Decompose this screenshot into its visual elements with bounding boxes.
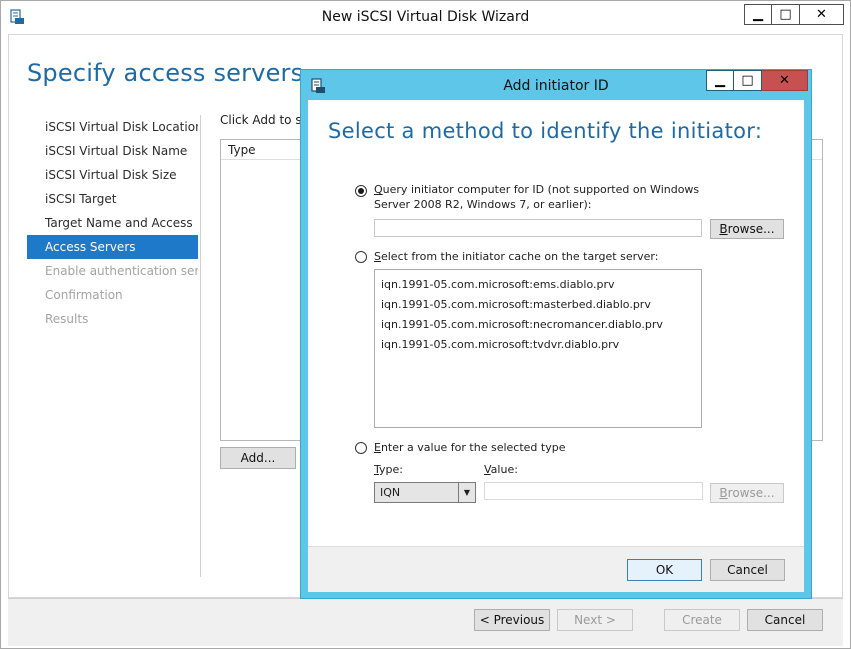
wizard-title-bar[interactable]: New iSCSI Virtual Disk Wizard ▁ □ ✕ [1,1,850,34]
maximize-button[interactable]: □ [772,4,800,25]
wizard-steps: iSCSI Virtual Disk Location iSCSI Virtua… [27,115,198,331]
list-item[interactable]: iqn.1991-05.com.microsoft:tvdvr.diablo.p… [375,335,701,355]
value-label: Value: [484,462,518,477]
ok-button[interactable]: OK [627,559,702,581]
dialog-maximize-button[interactable]: □ [734,70,762,91]
browse-accel: B [719,222,728,236]
add-button[interactable]: Add... [220,447,296,469]
previous-button[interactable]: < Previous [474,609,550,631]
step-name[interactable]: iSCSI Virtual Disk Name [27,139,198,163]
enter-rest: nter a value for the selected type [380,441,566,454]
create-button: Create [664,609,740,631]
type-rest: ype: [379,463,403,476]
instruction-text: Click Add to sp [220,113,310,127]
enter-value-option-label[interactable]: Enter a value for the selected type [374,440,565,455]
minimize-icon: ▁ [715,73,725,88]
browse2-rest: rowse... [727,486,775,500]
query-line2: Server 2008 R2, Windows 7, or earlier): [374,198,592,211]
page-title: Specify access servers [27,59,304,87]
type-select[interactable]: IQN ▼ [374,482,476,503]
step-results: Results [45,312,89,326]
close-icon: ✕ [816,7,827,22]
add-initiator-dialog: Add initiator ID ▁ □ ✕ Select a method t… [300,69,812,599]
radio-initiator-cache[interactable] [355,251,367,263]
query-line1: uery initiator computer for ID (not supp… [382,183,700,196]
dialog-footer: OK Cancel [308,546,804,592]
step-target[interactable]: iSCSI Target [27,187,198,211]
query-computer-input[interactable] [374,219,702,237]
radio-query-initiator[interactable] [355,185,367,197]
query-option-label[interactable]: Query initiator computer for ID (not sup… [374,182,699,212]
maximize-icon: □ [741,73,754,88]
list-item[interactable]: iqn.1991-05.com.microsoft:masterbed.diab… [375,295,701,315]
dialog-title-bar[interactable]: Add initiator ID ▁ □ ✕ [301,70,811,100]
browse-rest: rowse... [727,222,775,236]
close-icon: ✕ [779,73,790,88]
step-authentication: Enable authentication ser... [45,264,198,278]
list-item[interactable]: iqn.1991-05.com.microsoft:ems.diablo.prv [375,275,701,295]
minimize-button[interactable]: ▁ [744,4,772,25]
initiator-cache-list[interactable]: iqn.1991-05.com.microsoft:ems.diablo.prv… [374,269,702,428]
enter-accel: E [374,441,381,454]
step-confirmation: Confirmation [45,288,123,302]
wizard-footer: < Previous Next > Create Cancel [8,598,843,646]
chevron-down-icon[interactable]: ▼ [458,483,475,502]
type-label: Type: [374,462,403,477]
radio-enter-value[interactable] [355,442,367,454]
type-select-value: IQN [380,486,401,499]
dialog-body: Select a method to identify the initiato… [308,100,804,546]
browse2-accel: B [719,486,728,500]
value-accel: V [484,463,491,476]
browse-value-button: Browse... [710,483,784,503]
dialog-minimize-button[interactable]: ▁ [706,70,734,91]
next-button: Next > [557,609,633,631]
value-rest: alue: [490,463,518,476]
dialog-close-button[interactable]: ✕ [762,70,808,91]
value-input[interactable] [484,482,703,500]
minimize-icon: ▁ [753,7,763,22]
close-button[interactable]: ✕ [800,4,844,25]
query-accel: Q [374,183,383,196]
wizard-cancel-button[interactable]: Cancel [747,609,823,631]
step-target-name-access[interactable]: Target Name and Access [27,211,198,235]
wizard-title: New iSCSI Virtual Disk Wizard [321,9,530,25]
dialog-heading: Select a method to identify the initiato… [328,119,763,143]
step-access-servers[interactable]: Access Servers [27,235,198,259]
step-location[interactable]: iSCSI Virtual Disk Location [27,115,198,139]
steps-divider [200,115,201,577]
cache-option-label[interactable]: Select from the initiator cache on the t… [374,249,658,264]
dialog-cancel-button[interactable]: Cancel [710,559,785,581]
list-item[interactable]: iqn.1991-05.com.microsoft:necromancer.di… [375,315,701,335]
cache-rest: elect from the initiator cache on the ta… [380,250,659,263]
step-size[interactable]: iSCSI Virtual Disk Size [27,163,198,187]
maximize-icon: □ [779,7,792,22]
browse-button[interactable]: Browse... [710,219,784,239]
cache-accel: S [374,250,381,263]
